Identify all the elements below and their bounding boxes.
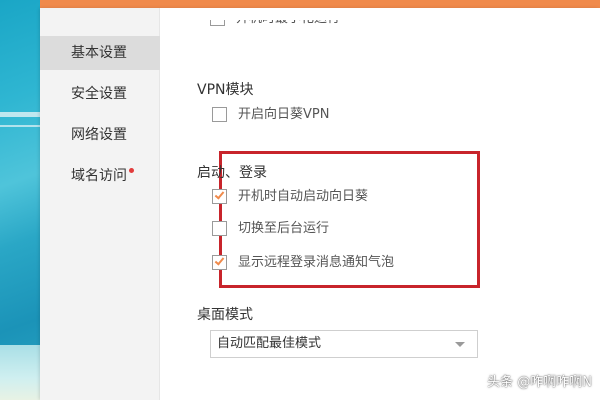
red-dot-icon [129, 168, 134, 173]
desktop-mode-select[interactable]: 自动匹配最佳模式 [210, 330, 478, 358]
desktop-background [0, 0, 44, 400]
background-pier-shadow [0, 125, 44, 127]
option-label: 开机时自动启动向日葵 [238, 189, 369, 204]
sidebar-item-basic-settings[interactable]: 基本设置 [40, 36, 160, 70]
checkbox[interactable] [212, 107, 227, 122]
sidebar-item-label: 域名访问 [71, 168, 127, 184]
sidebar-item-network-settings[interactable]: 网络设置 [40, 118, 160, 152]
settings-sidebar: 基本设置 安全设置 网络设置 域名访问 [40, 8, 160, 400]
background-shore [0, 345, 44, 400]
sidebar-item-domain-access[interactable]: 域名访问 [40, 159, 160, 193]
sidebar-item-security-settings[interactable]: 安全设置 [40, 77, 160, 111]
settings-content: 开机时最小化运行 VPN模块 开启向日葵VPN 启动、登录 开机时自动启动向日葵… [160, 8, 600, 400]
option-label: 开启向日葵VPN [238, 107, 330, 122]
sidebar-item-label: 基本设置 [71, 45, 127, 61]
section-title-vpn: VPN模块 [197, 82, 254, 98]
option-run-in-background[interactable]: 切换至后台运行 [212, 219, 442, 239]
checkmark-icon [214, 189, 225, 200]
chevron-down-icon [455, 342, 465, 347]
partial-option[interactable]: 开机时最小化运行 [210, 20, 430, 29]
select-value: 自动匹配最佳模式 [217, 336, 322, 351]
checkbox-checked[interactable] [212, 189, 227, 204]
option-label: 开机时最小化运行 [236, 20, 340, 29]
checkbox-checked[interactable] [212, 255, 227, 270]
partial-option-row: 开机时最小化运行 [210, 20, 430, 30]
checkmark-icon [214, 255, 225, 266]
background-pier [0, 112, 44, 117]
section-title-desktop-mode: 桌面模式 [197, 307, 253, 323]
option-label: 显示远程登录消息通知气泡 [238, 255, 395, 270]
option-label: 切换至后台运行 [238, 221, 330, 236]
checkbox[interactable] [212, 221, 227, 236]
option-remote-login-notification[interactable]: 显示远程登录消息通知气泡 [212, 253, 452, 273]
watermark: 头条 @咋啊咋啊N [487, 375, 592, 390]
settings-window: 基本设置 安全设置 网络设置 域名访问 开机时最小化运行 VPN模块 开启向日葵… [40, 8, 600, 400]
sidebar-item-label: 安全设置 [71, 86, 127, 102]
section-title-startup: 启动、登录 [197, 165, 267, 181]
option-enable-vpn[interactable]: 开启向日葵VPN [212, 105, 412, 125]
sidebar-item-label: 网络设置 [71, 127, 127, 143]
checkbox[interactable] [210, 20, 225, 26]
option-auto-start[interactable]: 开机时自动启动向日葵 [212, 187, 442, 207]
title-bar [40, 0, 600, 8]
